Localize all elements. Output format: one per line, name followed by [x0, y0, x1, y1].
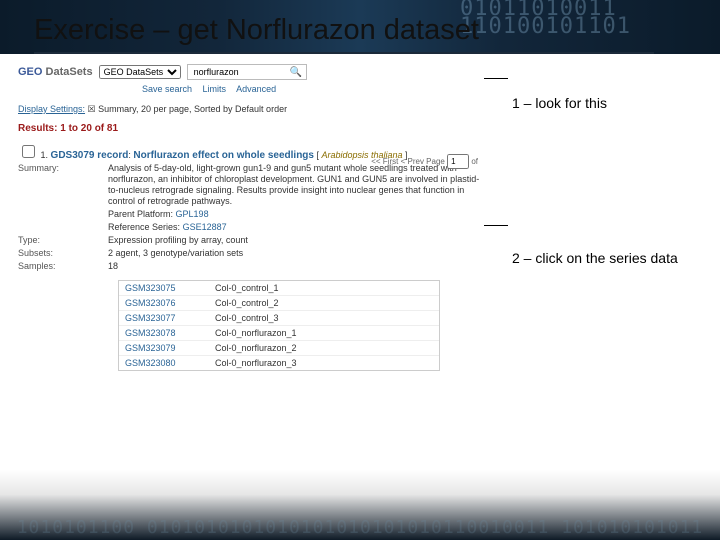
display-settings-checkbox[interactable]: ☒ [88, 104, 96, 114]
samples-table: GSM323075 Col-0_control_1 GSM323076 Col-0_… [118, 280, 440, 371]
table-row: GSM323076 Col-0_control_2 [119, 296, 439, 311]
display-settings-text: Summary, 20 per page, Sorted by Default … [98, 104, 287, 114]
table-row: GSM323079 Col-0_norflurazon_2 [119, 341, 439, 356]
annotation-step-2: 2 – click on the series data [512, 250, 678, 266]
banner-binary-decor: 01011010011 110100101101 [460, 0, 720, 54]
sample-name: Col-0_norflurazon_2 [215, 343, 297, 353]
footer-binary-decor: 1010101100 01010101010101010101010101100… [0, 517, 720, 538]
advanced-link[interactable]: Advanced [236, 84, 276, 94]
table-row: GSM323075 Col-0_control_1 [119, 281, 439, 296]
sample-name: Col-0_control_2 [215, 298, 279, 308]
slide-title: Exercise – get Norflurazon dataset [34, 14, 479, 47]
gsm-link[interactable]: GSM323079 [125, 343, 176, 353]
sample-name: Col-0_norflurazon_1 [215, 328, 297, 338]
geo-logo-prefix: GEO [18, 66, 42, 78]
annotation-step-1: 1 – look for this [512, 95, 607, 111]
gsm-link[interactable]: GSM323075 [125, 283, 176, 293]
search-icon[interactable]: 🔍 [290, 67, 302, 78]
record-accession-link[interactable]: GDS3079 record [51, 150, 129, 161]
pager-of: of [471, 157, 478, 166]
gsm-link[interactable]: GSM323076 [125, 298, 176, 308]
type-label: Type: [18, 235, 108, 246]
display-settings: Display Settings: ☒ Summary, 20 per page… [14, 104, 484, 115]
subsets-value: 2 agent, 3 genotype/variation sets [108, 248, 480, 259]
type-value: Expression profiling by array, count [108, 235, 480, 246]
pager: << First < Prev Page of [371, 154, 478, 169]
summary-text: Analysis of 5-day-old, light-grown gun1-… [108, 163, 480, 207]
gsm-link[interactable]: GSM323078 [125, 328, 176, 338]
sample-name: Col-0_norflurazon_3 [215, 358, 297, 368]
platform-link[interactable]: GPL198 [176, 209, 209, 219]
record-checkbox[interactable] [22, 145, 35, 158]
geo-screenshot: GEO DataSets GEO DataSets 🔍 Save search … [14, 62, 484, 402]
scope-select[interactable]: GEO DataSets [99, 65, 181, 79]
gsm-link[interactable]: GSM323077 [125, 313, 176, 323]
table-row: GSM323080 Col-0_norflurazon_3 [119, 356, 439, 370]
subsets-label: Subsets: [18, 248, 108, 259]
title-underline [34, 52, 654, 54]
samples-count: 18 [108, 261, 480, 272]
search-box[interactable]: 🔍 [187, 64, 307, 80]
slide-footer-fade: 1010101100 01010101010101010101010101100… [0, 470, 720, 540]
result-record-1: 1. GDS3079 record: Norflurazon effect on… [18, 142, 480, 371]
series-label: Reference Series: [108, 222, 180, 232]
sample-name: Col-0_control_1 [215, 283, 279, 293]
pager-first[interactable]: << First [371, 157, 398, 166]
geo-topbar: GEO DataSets GEO DataSets 🔍 [14, 62, 484, 82]
summary-label: Summary: [18, 163, 108, 207]
pager-prev[interactable]: < Prev [401, 157, 424, 166]
gsm-link[interactable]: GSM323080 [125, 358, 176, 368]
search-links-row: Save search Limits Advanced [142, 84, 484, 94]
record-index: 1. [41, 150, 49, 160]
geo-logo: GEO DataSets [18, 66, 93, 78]
geo-logo-suffix: DataSets [42, 66, 92, 78]
pager-page-input[interactable] [447, 154, 469, 169]
table-row: GSM323077 Col-0_control_3 [119, 311, 439, 326]
search-input[interactable] [192, 66, 286, 78]
platform-label: Parent Platform: [108, 209, 173, 219]
limits-link[interactable]: Limits [203, 84, 227, 94]
samples-label: Samples: [18, 261, 108, 272]
results-count: Results: 1 to 20 of 81 [18, 123, 480, 134]
sample-name: Col-0_control_3 [215, 313, 279, 323]
table-row: GSM323078 Col-0_norflurazon_1 [119, 326, 439, 341]
save-search-link[interactable]: Save search [142, 84, 192, 94]
pager-page-label: Page [426, 157, 445, 166]
reference-series-link[interactable]: GSE12887 [183, 222, 227, 232]
display-settings-link[interactable]: Display Settings: [18, 104, 85, 114]
record-title-link[interactable]: Norflurazon effect on whole seedlings [133, 150, 314, 161]
